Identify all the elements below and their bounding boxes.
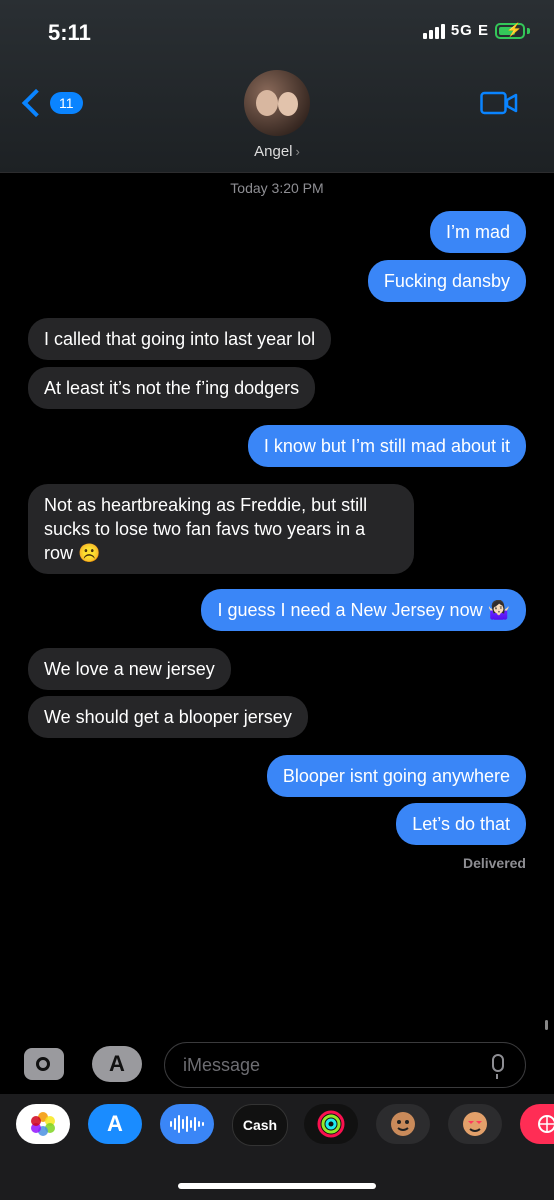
status-time: 5:11	[48, 20, 91, 45]
facetime-video-icon[interactable]	[480, 90, 518, 116]
status-icons: 5G E ⚡	[422, 22, 530, 39]
apple-cash-text: Cash	[242, 1117, 278, 1133]
sent-message[interactable]: I know but I’m still mad about it	[247, 425, 526, 467]
photos-icon[interactable]	[16, 1104, 70, 1144]
scrollbar[interactable]	[545, 1020, 548, 1030]
more-apps-icon[interactable]	[520, 1104, 554, 1144]
imessage-input[interactable]	[164, 1042, 526, 1088]
activity-icon[interactable]	[304, 1104, 358, 1144]
contact-avatar[interactable]	[244, 70, 310, 136]
microphone-icon[interactable]	[492, 1054, 504, 1079]
network-label: 5G E	[450, 22, 489, 39]
received-message[interactable]: I called that going into last year lol	[28, 318, 332, 360]
sent-message[interactable]: Fucking dansby	[367, 260, 526, 302]
conversation-header: 5:11 5G E ⚡ 11 Angel ›	[0, 0, 554, 173]
app-store-toggle-button[interactable]: A	[92, 1046, 142, 1082]
camera-icon[interactable]	[24, 1048, 64, 1080]
app-store-icon: A	[109, 1051, 125, 1076]
app-store-icon[interactable]: A	[88, 1104, 142, 1144]
sent-message[interactable]: Blooper isnt going anywhere	[266, 755, 526, 797]
memoji-icon[interactable]	[376, 1104, 430, 1144]
sent-message[interactable]: I’m mad	[429, 211, 526, 253]
battery-tip	[527, 27, 530, 34]
message-timestamp: Today 3:20 PM	[230, 180, 324, 196]
contact-name-button[interactable]: Angel ›	[0, 143, 554, 160]
sent-message[interactable]: I guess I need a New Jersey now 🤷🏻‍♀️	[201, 589, 526, 631]
delivered-status: Delivered	[462, 855, 526, 871]
memoji-stickers-icon[interactable]	[448, 1104, 502, 1144]
home-indicator[interactable]	[178, 1183, 376, 1189]
chevron-left-icon	[21, 88, 51, 118]
received-message[interactable]: At least it’s not the f’ing dodgers	[28, 367, 316, 409]
received-message[interactable]: We should get a blooper jersey	[28, 696, 308, 738]
signal-icon	[422, 23, 445, 39]
chevron-right-icon: ›	[295, 144, 300, 159]
audio-message-icon[interactable]	[160, 1104, 214, 1144]
received-message[interactable]: We love a new jersey	[28, 648, 231, 690]
apple-cash-icon[interactable]: Cash	[232, 1104, 288, 1146]
battery-icon: ⚡	[495, 22, 525, 39]
contact-name: Angel	[254, 143, 293, 160]
unread-badge: 11	[50, 92, 83, 114]
back-button[interactable]: 11	[20, 88, 83, 118]
received-message[interactable]: Not as heartbreaking as Freddie, but sti…	[28, 484, 414, 574]
sent-message[interactable]: Let’s do that	[396, 803, 526, 845]
